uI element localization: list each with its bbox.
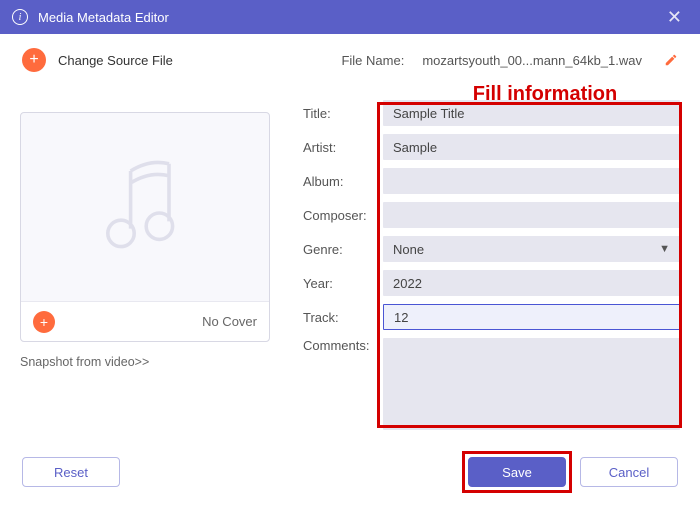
input-track[interactable] xyxy=(383,304,680,330)
label-comments: Comments: xyxy=(303,338,383,353)
cover-panel: + No Cover xyxy=(20,112,270,342)
row-track: Track: xyxy=(303,304,680,330)
save-button[interactable]: Save xyxy=(468,457,566,487)
close-icon[interactable]: ✕ xyxy=(661,8,688,26)
row-genre: Genre: None ▼ xyxy=(303,236,680,262)
edit-filename-icon[interactable] xyxy=(664,53,678,67)
row-comments: Comments: xyxy=(303,338,680,430)
change-source-plus-icon[interactable]: + xyxy=(22,48,46,72)
button-bar: Reset Save Cancel xyxy=(22,457,678,487)
metadata-form: Title: Artist: Album: Composer: Genre: N… xyxy=(303,100,680,435)
row-title: Title: xyxy=(303,100,680,126)
annotation-save-highlight: Save xyxy=(468,457,566,487)
row-album: Album: xyxy=(303,168,680,194)
input-year[interactable] xyxy=(383,270,680,296)
label-title: Title: xyxy=(303,106,383,121)
select-genre-value: None xyxy=(393,242,424,257)
label-genre: Genre: xyxy=(303,242,383,257)
music-note-icon xyxy=(85,147,205,267)
no-cover-label: No Cover xyxy=(202,314,257,329)
row-year: Year: xyxy=(303,270,680,296)
input-album[interactable] xyxy=(383,168,680,194)
cover-art-placeholder xyxy=(21,113,269,301)
label-year: Year: xyxy=(303,276,383,291)
change-source-button[interactable]: Change Source File xyxy=(58,53,173,68)
titlebar: i Media Metadata Editor ✕ xyxy=(0,0,700,34)
file-name-value: mozartsyouth_00...mann_64kb_1.wav xyxy=(422,53,642,68)
input-composer[interactable] xyxy=(383,202,680,228)
info-icon: i xyxy=(12,9,28,25)
chevron-down-icon: ▼ xyxy=(659,243,670,255)
row-composer: Composer: xyxy=(303,202,680,228)
input-comments[interactable] xyxy=(383,338,680,430)
select-genre[interactable]: None ▼ xyxy=(383,236,680,262)
label-album: Album: xyxy=(303,174,383,189)
reset-button[interactable]: Reset xyxy=(22,457,120,487)
window-title: Media Metadata Editor xyxy=(38,10,169,25)
cancel-button[interactable]: Cancel xyxy=(580,457,678,487)
file-name-label: File Name: xyxy=(341,53,404,68)
label-track: Track: xyxy=(303,310,383,325)
row-artist: Artist: xyxy=(303,134,680,160)
snapshot-from-video-link[interactable]: Snapshot from video>> xyxy=(20,355,149,369)
toolbar: + Change Source File File Name: mozartsy… xyxy=(0,34,700,82)
label-artist: Artist: xyxy=(303,140,383,155)
label-composer: Composer: xyxy=(303,208,383,223)
input-artist[interactable] xyxy=(383,134,680,160)
content-area: + No Cover Snapshot from video>> Title: … xyxy=(20,100,680,435)
input-title[interactable] xyxy=(383,100,680,126)
cover-footer: + No Cover xyxy=(21,301,269,341)
add-cover-button[interactable]: + xyxy=(33,311,55,333)
